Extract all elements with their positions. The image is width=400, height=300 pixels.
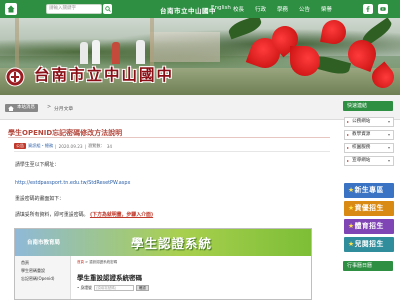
embedded-screenshot: 台南市教育局 學生認證系統 首頁 學生密碼重設 忘記密碼(Openid) 首頁 … bbox=[14, 228, 312, 300]
chevron-down-icon: ▾ bbox=[387, 119, 390, 124]
embedded-confirm-button: 確認 bbox=[135, 285, 149, 291]
search-input[interactable]: 請輸入關鍵字 bbox=[46, 4, 102, 14]
divider bbox=[8, 137, 330, 138]
star-icon: ★ bbox=[348, 240, 355, 248]
home-button[interactable] bbox=[5, 3, 17, 15]
banner-flower bbox=[290, 46, 320, 76]
article-meta: 公告 資訊組・總務 | 2020.09.23 | 瀏覽數： 34 bbox=[14, 143, 112, 149]
nav-honors[interactable]: 榮譽 bbox=[321, 5, 343, 13]
embedded-breadcrumb: 首頁 > 重設認證系統密碼 bbox=[77, 260, 117, 265]
promo-label: 資優招生 bbox=[354, 204, 384, 212]
breadcrumb-home-label: 本站消息 bbox=[17, 105, 35, 110]
nav-english[interactable]: English bbox=[211, 5, 233, 13]
search-button[interactable] bbox=[103, 4, 112, 14]
article: 學生OPENID忘記密碼修改方法說明 公告 資訊組・總務 | 2020.09.2… bbox=[0, 120, 335, 300]
nav-principal[interactable]: 校長 bbox=[233, 5, 255, 13]
sidebar-link-campus[interactable]: 校園服務 ▾ bbox=[344, 143, 394, 153]
calendar-heading: 行事曆日曆 bbox=[343, 261, 393, 271]
embedded-crumb-home: 首頁 bbox=[77, 260, 84, 264]
top-nav: English 校長 行政 學務 公告 榮譽 bbox=[211, 5, 343, 13]
divider bbox=[14, 151, 330, 152]
star-icon: ★ bbox=[348, 204, 355, 212]
sidebar-link-label: 校園服務 bbox=[352, 145, 371, 150]
embedded-crumb-sep: > bbox=[85, 260, 89, 264]
embedded-header: 台南市教育局 學生認證系統 bbox=[15, 229, 311, 256]
home-icon bbox=[7, 5, 15, 13]
youtube-button[interactable] bbox=[378, 4, 388, 14]
quick-links-heading: 快速連結 bbox=[343, 101, 393, 111]
facebook-icon bbox=[366, 6, 370, 12]
breadcrumb-current[interactable]: 分月文章 bbox=[54, 105, 73, 112]
promo-sports[interactable]: ★體育招生 bbox=[344, 219, 394, 234]
embedded-side-item: 首頁 bbox=[21, 260, 29, 265]
promo-label: 體育招生 bbox=[354, 222, 384, 230]
star-icon: ★ bbox=[348, 222, 355, 230]
sidebar-link-teaching[interactable]: 教學資源 ▾ bbox=[344, 130, 394, 140]
promo-new-students[interactable]: ★新生專區 bbox=[344, 183, 394, 198]
paragraph: 重設密碼的畫面如下： bbox=[15, 196, 64, 202]
embedded-heading: 學生重設認證系統密碼 bbox=[77, 274, 142, 282]
chevron-down-icon: ▾ bbox=[387, 132, 390, 137]
category-tag[interactable]: 公告 bbox=[14, 143, 26, 149]
nav-announcements[interactable]: 公告 bbox=[299, 5, 321, 13]
embedded-side-item: 學生密碼重設 bbox=[21, 268, 45, 273]
embedded-side-item: 忘記密碼(Openid) bbox=[21, 276, 55, 281]
views-label: 瀏覽數： bbox=[87, 143, 105, 148]
embedded-logo-text: 台南市教育局 bbox=[27, 240, 61, 246]
promo-label: 兒閱招生 bbox=[354, 240, 384, 248]
promo-gifted[interactable]: ★資優招生 bbox=[344, 201, 394, 216]
home-icon bbox=[8, 105, 14, 111]
top-bar: 請輸入關鍵字 台南市立中山國中 English 校長 行政 學務 公告 榮譽 bbox=[0, 0, 400, 18]
star-icon: ★ bbox=[348, 186, 355, 194]
chevron-down-icon: ▾ bbox=[387, 145, 390, 150]
sidebar-link-label: 公務網站 bbox=[352, 119, 371, 124]
embedded-sidebar: 首頁 學生密碼重設 忘記密碼(Openid) bbox=[15, 256, 71, 299]
school-name: 台南市立中山國中 bbox=[34, 65, 175, 84]
sidebar-link-official[interactable]: 公務網站 ▾ bbox=[344, 117, 394, 127]
site-title: 台南市立中山國中 bbox=[160, 7, 216, 15]
embedded-field-label: • 身證號 bbox=[77, 285, 92, 290]
breadcrumb-separator: > bbox=[47, 104, 52, 110]
school-logo[interactable] bbox=[5, 67, 25, 87]
paragraph: 請填妥所有資料，即可重設密碼。 (下方為就明畫，步驟入介面) bbox=[15, 211, 153, 218]
article-date: 2020.09.23 bbox=[58, 143, 83, 149]
embedded-crumb-current: 重設認證系統密碼 bbox=[89, 260, 118, 264]
banner-student bbox=[80, 42, 88, 64]
sidebar-link-promotion[interactable]: 宣導網站 ▾ bbox=[344, 156, 394, 166]
views-count: 34 bbox=[106, 143, 113, 149]
meta-separator: | bbox=[84, 143, 86, 149]
meta-separator: | bbox=[55, 143, 57, 149]
article-author[interactable]: 資訊組・總務 bbox=[28, 143, 53, 149]
nav-admin[interactable]: 行政 bbox=[255, 5, 277, 13]
sidebar-link-label: 教學資源 bbox=[352, 132, 371, 137]
instructions-link[interactable]: (下方為就明畫，步驟入介面) bbox=[90, 212, 153, 218]
hero-banner: 台南市立中山國中 bbox=[0, 18, 400, 95]
school-emblem-icon bbox=[5, 67, 25, 87]
promo-label: 新生專區 bbox=[354, 186, 384, 194]
chevron-down-icon: ▾ bbox=[387, 158, 390, 163]
youtube-icon bbox=[380, 7, 386, 11]
nav-student-affairs[interactable]: 學務 bbox=[277, 5, 299, 13]
embedded-body: 首頁 > 重設認證系統密碼 學生重設認證系統密碼 • 身證號 (須填寫號碼) 確… bbox=[71, 256, 311, 299]
facebook-button[interactable] bbox=[363, 4, 373, 14]
banner-building bbox=[150, 32, 220, 62]
paragraph-text: 請填妥所有資料，即可重設密碼。 bbox=[15, 212, 89, 218]
banner-student bbox=[92, 40, 100, 64]
right-sidebar: 快速連結 公務網站▾ 教學資源▾ 校園服務▾ 宣導網站▾ ★新生專區 ★資優招生… bbox=[340, 95, 400, 300]
search-icon bbox=[104, 6, 111, 12]
breadcrumb-home[interactable]: 本站消息 bbox=[5, 104, 38, 112]
paragraph: 請學生至以下網址： bbox=[15, 162, 60, 168]
embedded-form-row: • 身證號 (須填寫號碼) 確認 bbox=[77, 285, 149, 291]
banner-student bbox=[136, 40, 145, 64]
promo-reading[interactable]: ★兒閱招生 bbox=[344, 237, 394, 252]
banner-student bbox=[112, 42, 120, 64]
reset-password-link[interactable]: http://estdpassport.tn.edu.tw/StdResetPW… bbox=[15, 180, 130, 186]
embedded-id-input: (須填寫號碼) bbox=[93, 285, 134, 291]
embedded-title: 學生認證系統 bbox=[131, 236, 213, 251]
sidebar-link-label: 宣導網站 bbox=[352, 158, 371, 163]
